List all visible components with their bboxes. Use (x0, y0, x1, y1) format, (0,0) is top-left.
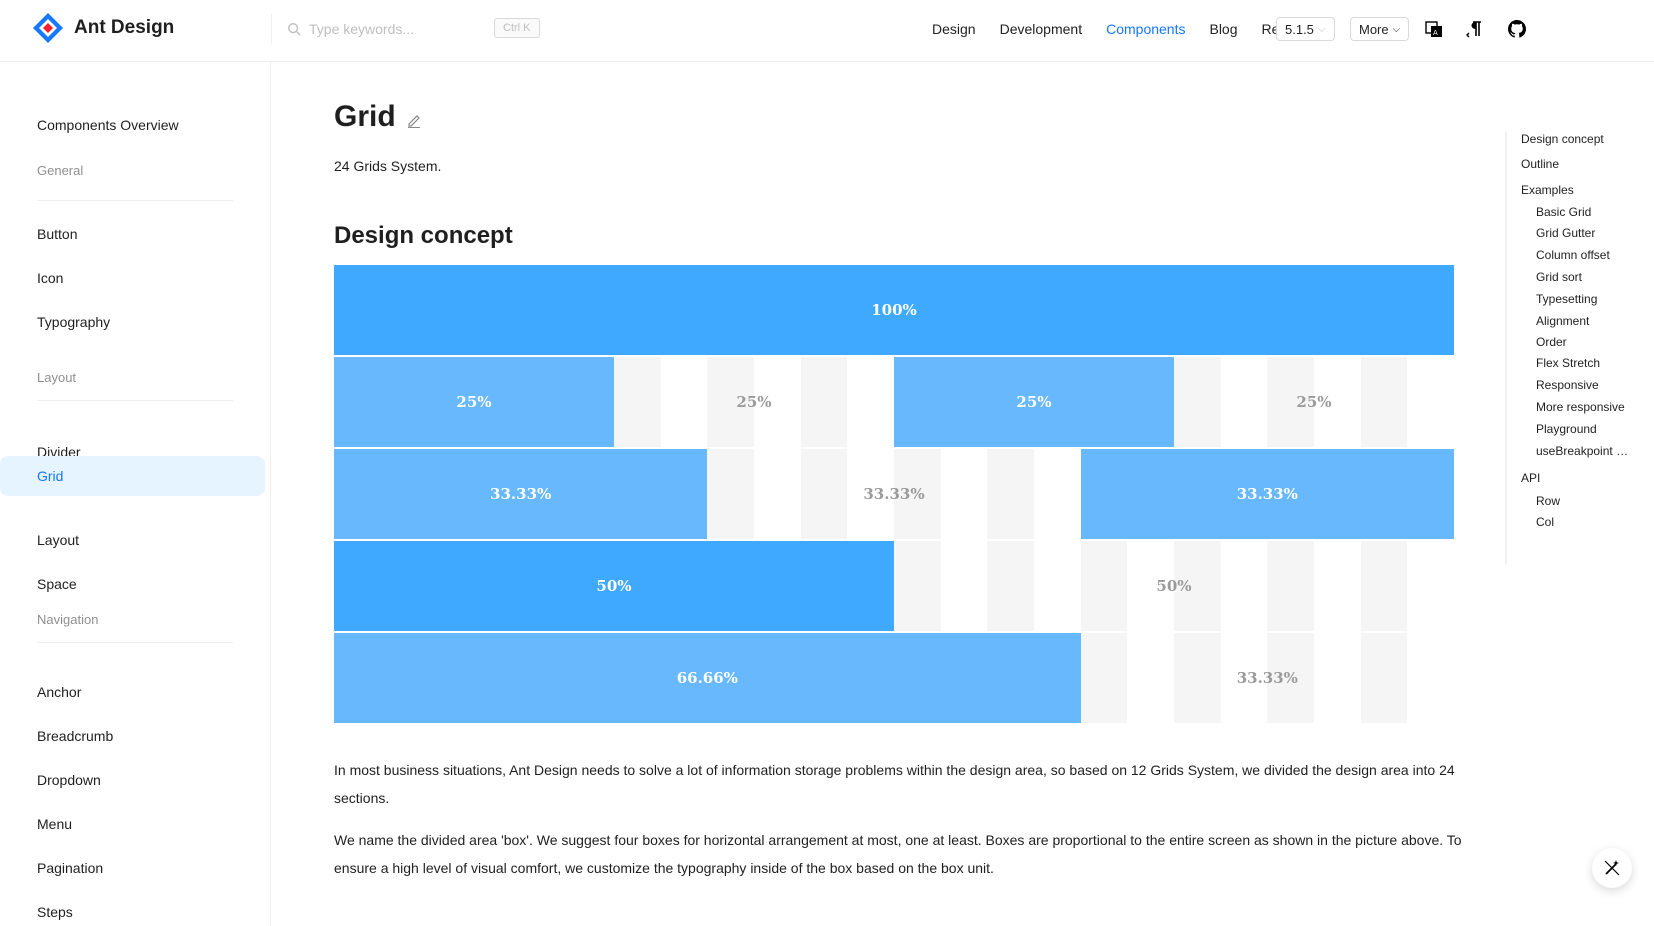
sidebar-divider (37, 400, 233, 401)
grid-col: 33.33% (1080, 449, 1454, 539)
language-switch-icon[interactable]: A (1424, 19, 1444, 39)
toc-item[interactable]: Flex Stretch (1536, 356, 1636, 370)
logo-text: Ant Design (74, 17, 175, 38)
sidebar-item-dropdown[interactable]: Dropdown (0, 760, 265, 800)
grid-col: 33.33% (1236, 669, 1298, 687)
sidebar-item-button[interactable]: Button (0, 214, 265, 254)
main-nav: Design Development Components Blog Resou… (932, 0, 1328, 58)
toc-item[interactable]: Order (1536, 335, 1636, 349)
magic-wand-icon (1604, 860, 1620, 876)
chevron-down-icon: ⌵ (1392, 23, 1401, 35)
search-icon (288, 23, 301, 36)
sidebar-item-layout[interactable]: Layout (0, 520, 265, 560)
edit-icon[interactable] (406, 112, 422, 128)
site-header: Ant Design Ctrl K Design Development Com… (0, 0, 1654, 62)
search-input[interactable] (309, 21, 479, 37)
github-icon[interactable] (1507, 19, 1527, 39)
nav-development[interactable]: Development (1000, 21, 1083, 37)
toc-item[interactable]: Column offset (1536, 248, 1636, 262)
grid-col: 66.66% (334, 633, 1081, 723)
sidebar-item-components-overview[interactable]: Components Overview (0, 105, 265, 145)
toc-item[interactable]: Grid sort (1536, 270, 1636, 284)
sidebar-item-typography[interactable]: Typography (0, 302, 265, 342)
sidebar-item-space[interactable]: Space (0, 564, 265, 604)
paragraph-box: We name the divided area 'box'. We sugge… (334, 832, 1462, 876)
version-value: 5.1.5 (1285, 21, 1314, 37)
page-title: Grid (334, 100, 422, 134)
toc-item[interactable]: Playground (1536, 422, 1636, 436)
version-select[interactable]: 5.1.5 ⌵ (1276, 17, 1335, 41)
grid-col: 33.33% (334, 449, 708, 539)
nav-components[interactable]: Components (1106, 21, 1185, 37)
sidebar: Components Overview General Button Icon … (0, 62, 271, 926)
toc-item[interactable]: Grid Gutter (1536, 226, 1636, 240)
grid-col: 50% (334, 541, 894, 631)
theme-editor-button[interactable] (1592, 848, 1632, 888)
sidebar-item-pagination[interactable]: Pagination (0, 848, 265, 888)
grid-demo-illustration: 100% 25% 25% 25% 25% 33.33% 33.33% 33.33% 50% 50%… (334, 265, 1454, 745)
ant-design-logo-icon (33, 13, 63, 43)
toc-item[interactable]: Row (1536, 494, 1636, 508)
more-label: More (1359, 21, 1389, 37)
grid-row: 66.66% 33.33% (334, 633, 1454, 723)
sidebar-divider (37, 200, 233, 201)
grid-col: 25% (736, 393, 772, 411)
grid-row: 25% 25% 25% 25% (334, 357, 1454, 447)
grid-col: 25% (1296, 393, 1332, 411)
toc-item[interactable]: API (1521, 471, 1651, 485)
grid-col: 33.33% (863, 485, 925, 503)
chevron-down-icon: ⌵ (1317, 23, 1326, 35)
page-subtitle: 24 Grids System. (334, 158, 442, 174)
sidebar-item-menu[interactable]: Menu (0, 804, 265, 844)
search-shortcut-badge: Ctrl K (494, 18, 540, 38)
grid-row: 100% (334, 265, 1454, 355)
more-button[interactable]: More ⌵ (1350, 17, 1410, 41)
toc-item[interactable]: Responsive (1536, 378, 1636, 392)
toc-item[interactable]: Typesetting (1536, 292, 1636, 306)
svg-text:A: A (1433, 29, 1438, 37)
grid-col: 50% (1156, 577, 1192, 595)
direction-rtl-icon[interactable] (1465, 19, 1485, 39)
toc-item[interactable]: useBreakpoint Hook (1536, 444, 1636, 458)
page-title-text: Grid (334, 100, 396, 133)
toc-item[interactable]: Examples (1521, 183, 1651, 197)
nav-blog[interactable]: Blog (1209, 21, 1237, 37)
sidebar-item-icon[interactable]: Icon (0, 258, 265, 298)
nav-design[interactable]: Design (932, 21, 976, 37)
toc-item[interactable]: Basic Grid (1536, 205, 1636, 219)
toc-item[interactable]: Design concept (1521, 132, 1651, 146)
grid-col: 25% (334, 357, 614, 447)
search-box[interactable]: Ctrl K (271, 14, 541, 44)
sidebar-item-breadcrumb[interactable]: Breadcrumb (0, 716, 265, 756)
sidebar-item-anchor[interactable]: Anchor (0, 672, 265, 712)
sidebar-item-steps[interactable]: Steps (0, 892, 265, 926)
grid-row: 33.33% 33.33% 33.33% (334, 449, 1454, 539)
sidebar-divider (37, 642, 233, 643)
paragraph-intro: In most business situations, Ant Design … (334, 762, 1455, 806)
section-title-design-concept: Design concept (334, 222, 513, 249)
grid-col: 100% (334, 265, 1454, 355)
toc-item[interactable]: Col (1536, 515, 1636, 529)
sidebar-item-grid[interactable]: Grid (0, 456, 265, 496)
toc-item[interactable]: Alignment (1536, 314, 1636, 328)
grid-col: 25% (894, 357, 1174, 447)
toc-item[interactable]: More responsive (1536, 400, 1636, 414)
table-of-contents: Design concept Outline Examples Basic Grid G… (1505, 132, 1654, 564)
logo[interactable]: Ant Design (32, 12, 174, 44)
sidebar-group-general: General (37, 163, 84, 178)
sidebar-group-navigation: Navigation (37, 612, 99, 627)
grid-row: 50% 50% (334, 541, 1454, 631)
toc-item[interactable]: Outline (1521, 157, 1651, 171)
sidebar-group-layout: Layout (37, 370, 77, 385)
